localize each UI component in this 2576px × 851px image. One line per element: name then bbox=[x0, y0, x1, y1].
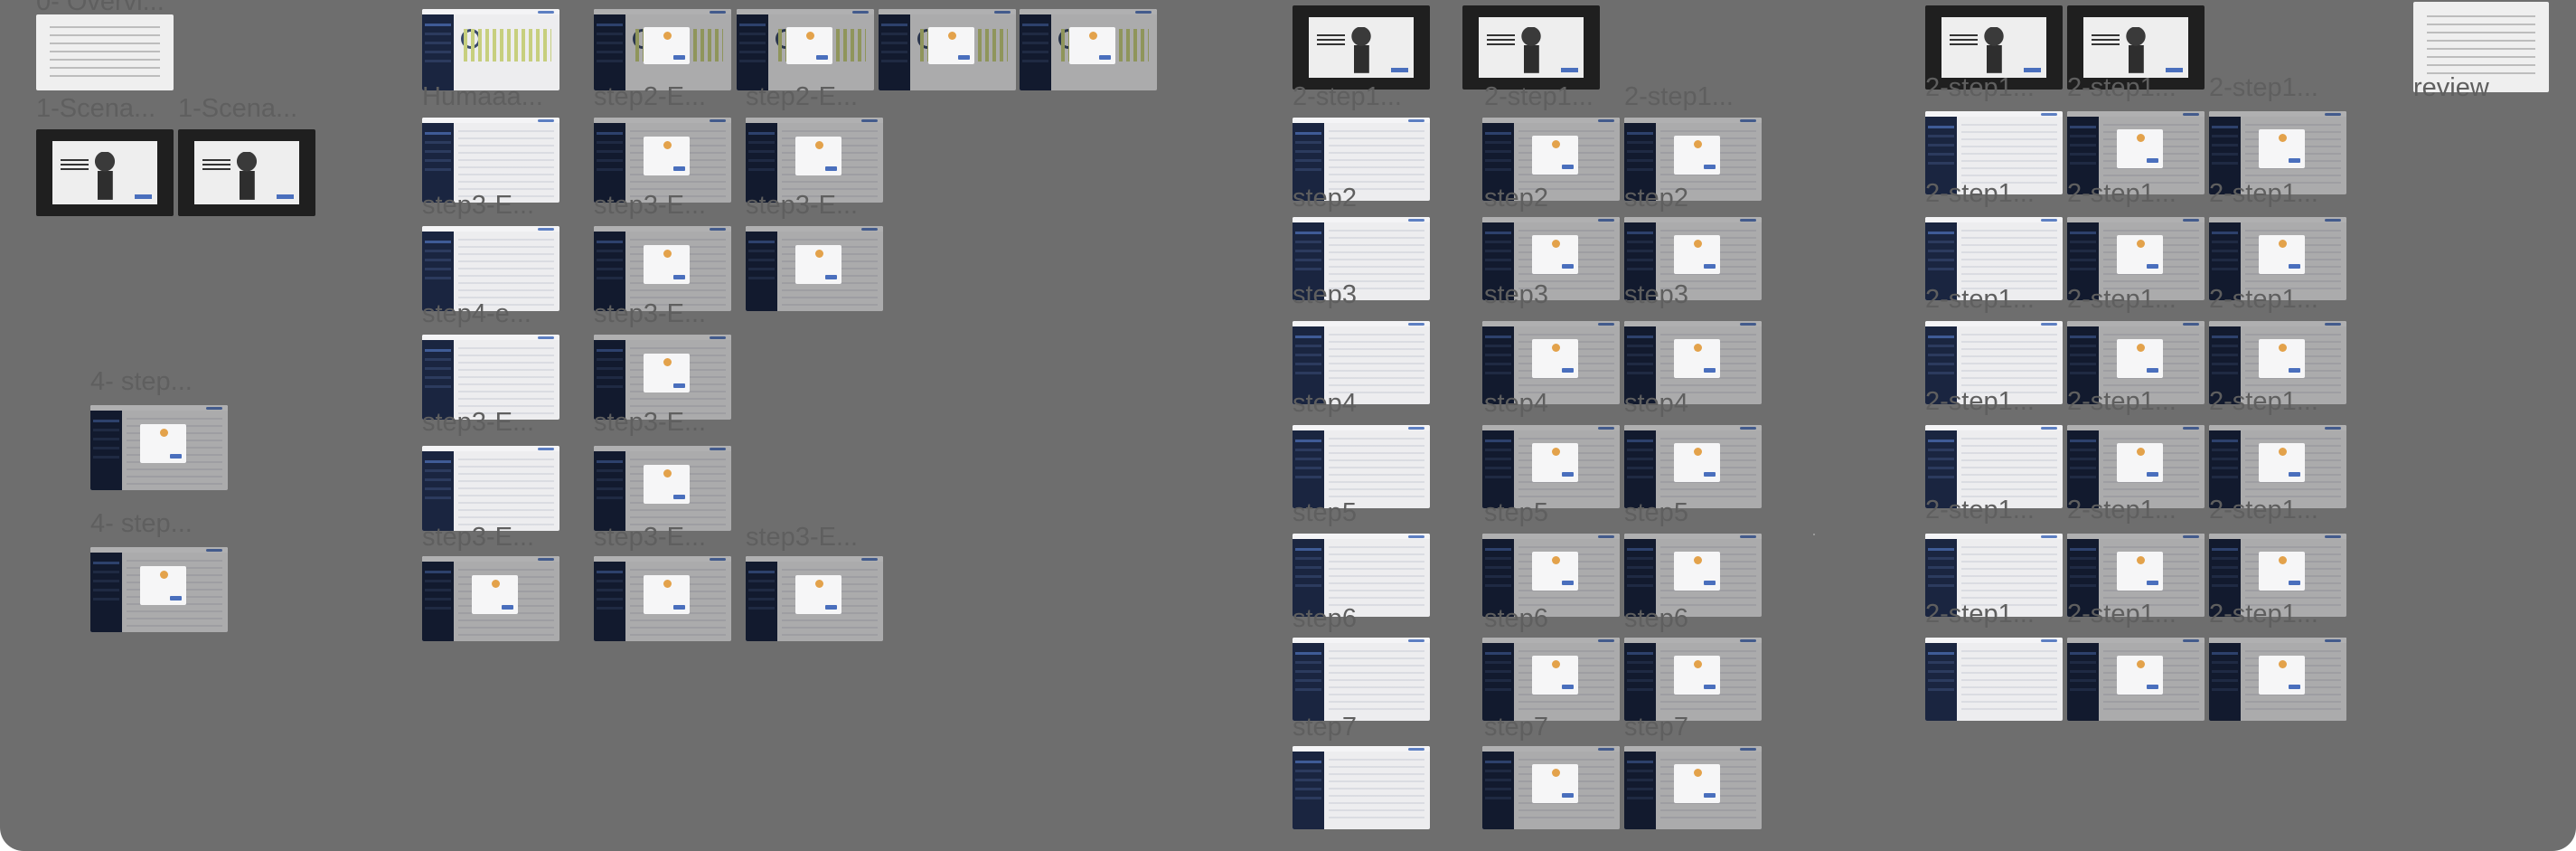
artboard-label[interactable]: 2-step1... bbox=[2209, 389, 2318, 415]
artboard-thumbnail[interactable] bbox=[1293, 746, 1430, 829]
artboard-label[interactable]: step3-E... bbox=[594, 525, 706, 551]
artboard-thumbnail[interactable] bbox=[90, 405, 228, 490]
artboard-label[interactable]: review bbox=[2413, 75, 2489, 101]
artboard-label[interactable]: 0- Overvi... bbox=[36, 0, 165, 15]
artboard-thumbnail[interactable] bbox=[1624, 638, 1762, 721]
artboard-thumbnail[interactable] bbox=[422, 118, 559, 203]
artboard-label[interactable]: step3 bbox=[1484, 282, 1548, 308]
artboard-label[interactable]: 2-step1... bbox=[2209, 75, 2318, 101]
artboard-label[interactable]: step3-E... bbox=[422, 525, 534, 551]
artboard-label[interactable]: step3-E... bbox=[746, 193, 858, 219]
artboard-label[interactable]: step3-E... bbox=[422, 410, 534, 436]
artboard-label[interactable]: Humaaa... bbox=[422, 84, 543, 110]
artboard-label[interactable]: 2-step1... bbox=[1925, 181, 2035, 207]
artboard-label[interactable]: step6 bbox=[1624, 606, 1688, 632]
artboard-label[interactable]: 1-Scena... bbox=[178, 96, 297, 122]
artboard-thumbnail[interactable] bbox=[422, 556, 559, 641]
canvas-cursor-dot bbox=[1813, 534, 1815, 535]
artboard-label[interactable]: step3-E... bbox=[594, 193, 706, 219]
artboard-label[interactable]: 2-step1... bbox=[2209, 601, 2318, 628]
artboard-thumbnail[interactable] bbox=[36, 129, 174, 216]
artboard-label[interactable]: 2-step1... bbox=[2067, 389, 2176, 415]
artboard-thumbnail[interactable] bbox=[1482, 425, 1620, 508]
artboard-label[interactable]: 2-step1... bbox=[1293, 84, 1402, 110]
artboard-thumbnail[interactable] bbox=[422, 9, 559, 90]
artboard-label[interactable]: 2-step1... bbox=[1925, 497, 2035, 524]
artboard-label[interactable]: 2-step1... bbox=[1484, 84, 1594, 110]
artboard-thumbnail[interactable] bbox=[1925, 638, 2063, 721]
artboard-thumbnail[interactable] bbox=[90, 547, 228, 632]
artboard-label[interactable]: 2-step1... bbox=[2209, 181, 2318, 207]
artboard-label[interactable]: 2-step1... bbox=[1624, 84, 1734, 110]
artboard-label[interactable]: step4 bbox=[1484, 391, 1548, 417]
artboard-thumbnail[interactable] bbox=[746, 118, 883, 203]
artboard-thumbnail[interactable] bbox=[1482, 746, 1620, 829]
artboard-thumbnail[interactable] bbox=[1462, 5, 1600, 90]
artboard-label[interactable]: 2-step1... bbox=[2209, 497, 2318, 524]
artboard-thumbnail[interactable] bbox=[594, 446, 731, 531]
artboard-label[interactable]: step4 bbox=[1624, 391, 1688, 417]
artboard-label[interactable]: step4 bbox=[1293, 391, 1357, 417]
artboard-label[interactable]: 2-step1... bbox=[2067, 601, 2176, 628]
artboard-label[interactable]: 2-step1... bbox=[2067, 497, 2176, 524]
artboard-thumbnail[interactable] bbox=[36, 14, 174, 90]
artboard-thumbnail[interactable] bbox=[594, 118, 731, 203]
artboard-label[interactable]: 2-step1... bbox=[1925, 287, 2035, 313]
artboard-thumbnail[interactable] bbox=[594, 335, 731, 420]
artboard-label[interactable]: step5 bbox=[1484, 500, 1548, 526]
artboard-label[interactable]: 2-step1... bbox=[2209, 287, 2318, 313]
artboard-label[interactable]: 1-Scena... bbox=[36, 96, 155, 122]
artboard-thumbnail[interactable] bbox=[2209, 638, 2346, 721]
artboard-label[interactable]: step2 bbox=[1624, 185, 1688, 212]
artboard-label[interactable]: 2-step1... bbox=[1925, 601, 2035, 628]
artboard-thumbnail[interactable] bbox=[422, 335, 559, 420]
artboard-thumbnail[interactable] bbox=[1293, 638, 1430, 721]
artboard-label[interactable]: step3-E... bbox=[594, 301, 706, 327]
artboard-label[interactable]: step6 bbox=[1293, 606, 1357, 632]
artboard-thumbnail[interactable] bbox=[422, 446, 559, 531]
artboard-label[interactable]: 2-step1... bbox=[2067, 181, 2176, 207]
artboard-label[interactable]: 2-step1... bbox=[1925, 75, 2035, 101]
artboard-thumbnail[interactable] bbox=[737, 9, 874, 90]
artboard-thumbnail[interactable] bbox=[879, 9, 1016, 90]
artboard-label[interactable]: 2-step1... bbox=[2067, 287, 2176, 313]
artboard-label[interactable]: step7 bbox=[1484, 714, 1548, 741]
artboard-label[interactable]: step3 bbox=[1624, 282, 1688, 308]
artboard-thumbnail[interactable] bbox=[746, 556, 883, 641]
artboard-thumbnail[interactable] bbox=[594, 226, 731, 311]
artboard-label[interactable]: step3-E... bbox=[594, 410, 706, 436]
artboard-label[interactable]: step3-E... bbox=[422, 193, 534, 219]
artboard-label[interactable]: step3-E... bbox=[746, 525, 858, 551]
artboard-label[interactable]: 2-step1... bbox=[2067, 75, 2176, 101]
artboard-thumbnail[interactable] bbox=[1020, 9, 1157, 90]
artboard-thumbnail[interactable] bbox=[422, 226, 559, 311]
artboard-label[interactable]: step6 bbox=[1484, 606, 1548, 632]
artboard-label[interactable]: step7 bbox=[1624, 714, 1688, 741]
artboard-label[interactable]: step2 bbox=[1484, 185, 1548, 212]
artboard-thumbnail[interactable] bbox=[1293, 425, 1430, 508]
artboard-thumbnail[interactable] bbox=[1482, 638, 1620, 721]
artboard-thumbnail[interactable] bbox=[178, 129, 315, 216]
artboard-label[interactable]: step2 bbox=[1293, 185, 1357, 212]
artboard-thumbnail[interactable] bbox=[594, 9, 731, 90]
design-canvas[interactable]: 0- Overvi... 1-Scena... 1-Scena... Humaaa..… bbox=[0, 0, 2576, 851]
artboard-thumbnail[interactable] bbox=[1624, 425, 1762, 508]
artboard-label[interactable]: step4-e... bbox=[422, 301, 531, 327]
artboard-thumbnail[interactable] bbox=[594, 556, 731, 641]
artboard-thumbnail[interactable] bbox=[746, 226, 883, 311]
artboard-label[interactable]: 2-step1... bbox=[1925, 389, 2035, 415]
artboard-thumbnail[interactable] bbox=[1293, 5, 1430, 90]
artboard-label[interactable]: step3 bbox=[1293, 282, 1357, 308]
artboard-label[interactable]: 4- step... bbox=[90, 511, 193, 537]
artboard-label[interactable]: step2-E... bbox=[594, 84, 706, 110]
artboard-label[interactable]: step2-E... bbox=[746, 84, 858, 110]
artboard-label[interactable]: step5 bbox=[1293, 500, 1357, 526]
artboard-thumbnail[interactable] bbox=[1624, 746, 1762, 829]
artboard-label[interactable]: 4- step... bbox=[90, 369, 193, 395]
artboard-thumbnail[interactable] bbox=[2067, 638, 2205, 721]
artboard-label[interactable]: step5 bbox=[1624, 500, 1688, 526]
artboard-label[interactable]: step7 bbox=[1293, 714, 1357, 741]
